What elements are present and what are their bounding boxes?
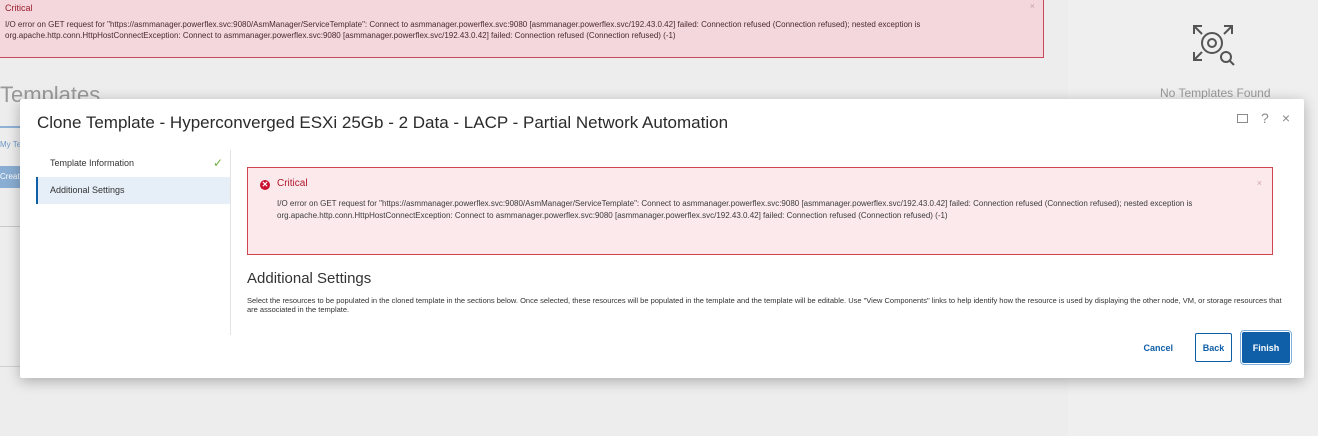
step-additional-settings[interactable]: Additional Settings (36, 177, 231, 204)
dialog-footer: Cancel Back Finish (1131, 330, 1292, 365)
clone-template-dialog: Clone Template - Hyperconverged ESXi 25G… (20, 99, 1304, 378)
checkmark-icon: ✓ (212, 156, 223, 170)
dialog-controls: ? × (1237, 110, 1290, 126)
alert-title: Critical (277, 178, 308, 189)
error-icon: ✕ (260, 180, 270, 190)
maximize-icon[interactable] (1237, 110, 1249, 126)
background-empty-text: No Templates Found (1160, 86, 1271, 100)
background-alert-message: I/O error on GET request for "https://as… (5, 20, 921, 40)
alert-message: I/O error on GET request for "https://as… (277, 199, 1193, 220)
back-button[interactable]: Back (1195, 333, 1232, 362)
critical-alert: ✕ Critical I/O error on GET request for … (247, 167, 1273, 255)
sidebar-divider (230, 150, 231, 335)
section-heading: Additional Settings (247, 270, 372, 287)
close-icon[interactable]: × (1282, 110, 1290, 126)
no-results-search-icon (1193, 25, 1235, 66)
dialog-title: Clone Template - Hyperconverged ESXi 25G… (37, 113, 729, 132)
section-description: Select the resources to be populated in … (247, 296, 1282, 314)
cancel-button[interactable]: Cancel (1131, 343, 1185, 353)
help-icon[interactable]: ? (1261, 110, 1269, 126)
alert-close-icon[interactable]: × (1257, 178, 1262, 188)
background-alert-title: Critical (5, 3, 33, 13)
background-critical-alert: Critical I/O error on GET request for "h… (0, 0, 1044, 58)
step-template-information[interactable]: Template Information ✓ (36, 150, 231, 177)
background-create-button: Create (0, 166, 20, 188)
background-alert-close-icon: × (1029, 1, 1035, 11)
step-label: Template Information (50, 158, 135, 168)
wizard-steps: Template Information ✓ Additional Settin… (36, 150, 231, 204)
background-divider (0, 226, 20, 227)
finish-button[interactable]: Finish (1240, 330, 1292, 365)
step-label: Additional Settings (50, 185, 125, 195)
